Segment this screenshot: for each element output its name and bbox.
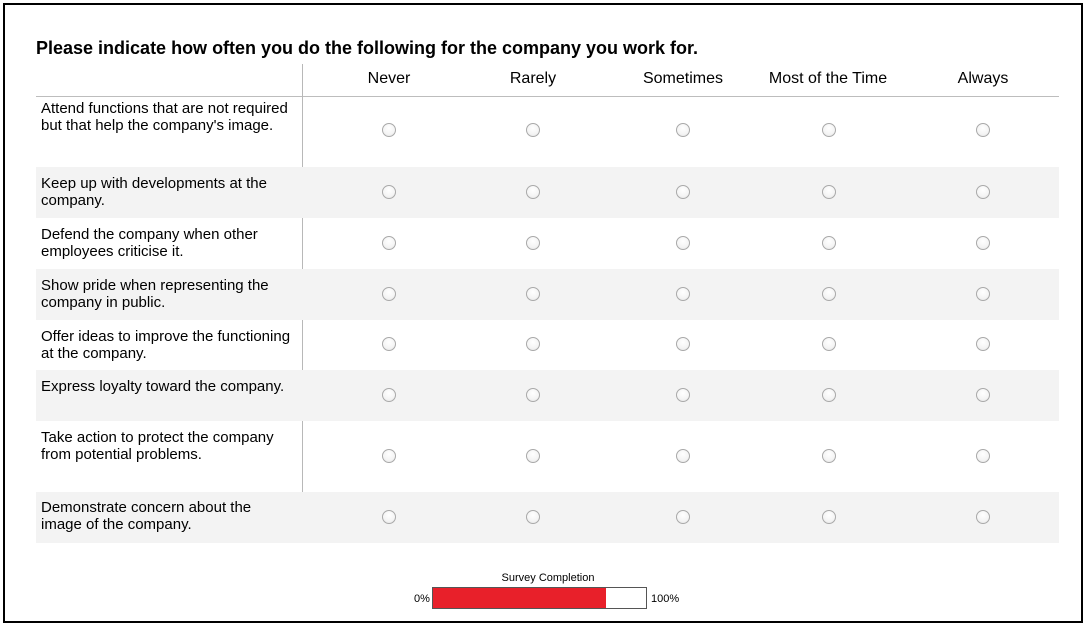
radio-always[interactable] [976,287,990,301]
statement-label: Attend functions that are not required b… [41,100,288,134]
radio-always[interactable] [976,185,990,199]
radio-most-of-the-time[interactable] [822,287,836,301]
progress-min-label: 0% [414,593,430,605]
radio-sometimes[interactable] [676,337,690,351]
radio-rarely[interactable] [526,123,540,137]
statement-label: Take action to protect the company from … [41,429,274,463]
radio-rarely[interactable] [526,337,540,351]
column-header-sometimes: Sometimes [642,70,724,87]
radio-most-of-the-time[interactable] [822,510,836,524]
radio-sometimes[interactable] [676,123,690,137]
progress-bar-fill [433,588,606,608]
scale-header: Never Rarely Sometimes Most of the Time … [36,64,1059,97]
radio-sometimes[interactable] [676,388,690,402]
statement-label: Demonstrate concern about the image of t… [41,499,252,533]
statement-label: Keep up with developments at the company… [41,175,267,209]
column-header-rarely: Rarely [509,70,557,87]
radio-rarely[interactable] [526,510,540,524]
radio-most-of-the-time[interactable] [822,337,836,351]
matrix-row: Take action to protect the company from … [36,421,1059,492]
radio-rarely[interactable] [526,449,540,463]
matrix-row: Show pride when representing the company… [36,269,1059,320]
radio-never[interactable] [382,287,396,301]
radio-sometimes[interactable] [676,287,690,301]
radio-sometimes[interactable] [676,236,690,250]
column-header-never: Never [367,70,411,87]
radio-always[interactable] [976,510,990,524]
matrix-rows: Attend functions that are not required b… [36,96,1059,543]
matrix-row: Demonstrate concern about the image of t… [36,492,1059,543]
progress-bar [432,587,647,609]
radio-never[interactable] [382,236,396,250]
radio-sometimes[interactable] [676,449,690,463]
column-header-always: Always [957,70,1009,87]
statement-label: Defend the company when other employees … [41,226,258,260]
matrix-row: Attend functions that are not required b… [36,96,1059,167]
radio-always[interactable] [976,449,990,463]
radio-always[interactable] [976,337,990,351]
radio-most-of-the-time[interactable] [822,388,836,402]
radio-most-of-the-time[interactable] [822,449,836,463]
statement-label: Express loyalty toward the company. [41,378,285,395]
radio-never[interactable] [382,185,396,199]
statement-label: Show pride when representing the company… [41,277,269,311]
radio-most-of-the-time[interactable] [822,123,836,137]
radio-never[interactable] [382,337,396,351]
matrix-row: Express loyalty toward the company. [36,370,1059,421]
radio-never[interactable] [382,388,396,402]
question-title: Please indicate how often you do the fol… [36,38,699,58]
radio-sometimes[interactable] [676,510,690,524]
radio-never[interactable] [382,510,396,524]
radio-sometimes[interactable] [676,185,690,199]
radio-rarely[interactable] [526,236,540,250]
progress-label: Survey Completion [501,572,595,584]
statement-label: Offer ideas to improve the functioning a… [41,328,291,362]
radio-never[interactable] [382,123,396,137]
matrix-row: Keep up with developments at the company… [36,167,1059,218]
radio-rarely[interactable] [526,287,540,301]
column-header-most-of-the-time: Most of the Time [768,70,888,87]
matrix-row: Defend the company when other employees … [36,218,1059,269]
radio-never[interactable] [382,449,396,463]
radio-always[interactable] [976,236,990,250]
matrix-row: Offer ideas to improve the functioning a… [36,320,1059,370]
radio-always[interactable] [976,388,990,402]
radio-rarely[interactable] [526,185,540,199]
radio-most-of-the-time[interactable] [822,236,836,250]
radio-always[interactable] [976,123,990,137]
progress-max-label: 100% [651,593,680,605]
radio-rarely[interactable] [526,388,540,402]
radio-most-of-the-time[interactable] [822,185,836,199]
